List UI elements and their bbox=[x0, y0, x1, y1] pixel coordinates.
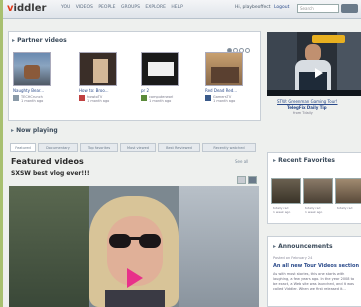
partner-meta-1: TECHCrunch 1 month ago bbox=[21, 95, 44, 103]
announcement-date: Posted on February 24 bbox=[273, 256, 313, 260]
featured-videos-title: Featured videos bbox=[11, 157, 84, 166]
page: viddler YOU VIDEOS PEOPLE GROUPS EXPLORE… bbox=[0, 0, 361, 307]
favorite-thumb-2[interactable] bbox=[303, 178, 333, 204]
favorite-thumb-1[interactable] bbox=[271, 178, 301, 204]
favorite-thumb-3[interactable] bbox=[335, 178, 361, 204]
partner-videos-title: ▸ Partner videos bbox=[12, 37, 67, 44]
partner-thumb-4[interactable] bbox=[205, 52, 243, 86]
announcements-title: ▸ Announcements bbox=[273, 243, 333, 250]
tab-top-favorites[interactable]: Top favorites bbox=[80, 143, 118, 152]
tab-most-viewed[interactable]: Most viewed bbox=[120, 143, 156, 152]
announcement-body: As with most stories, this one starts wi… bbox=[273, 272, 355, 291]
search-button[interactable] bbox=[341, 4, 358, 13]
partner-meta-4: GamersTV 1 month ago bbox=[213, 95, 236, 103]
partner-caption-3[interactable]: pr 2 bbox=[141, 88, 183, 93]
featured-partner-line3: from Tdaily bbox=[293, 111, 313, 115]
search-input[interactable]: Search bbox=[297, 4, 339, 13]
video-bg-building bbox=[179, 186, 259, 307]
user-greeting: Hi, playbeoffect Logout bbox=[235, 5, 289, 10]
avatar-3 bbox=[141, 95, 147, 101]
thumb-4-figure bbox=[211, 67, 239, 83]
sunglasses bbox=[109, 234, 161, 248]
favorite-meta-1: totally rad 1 week ago bbox=[273, 206, 291, 214]
featured-video-player[interactable] bbox=[9, 186, 259, 307]
nav-you[interactable]: YOU bbox=[61, 5, 70, 10]
partner-caption-2[interactable]: How to: Broo... bbox=[79, 88, 121, 93]
viddler-logo[interactable]: viddler bbox=[7, 3, 46, 14]
sunglasses-right-lens bbox=[139, 234, 161, 248]
recent-favorites-title: ▸ Recent Favorites bbox=[273, 157, 336, 164]
now-playing-tabs: Featured Documentary Top favorites Most … bbox=[10, 143, 259, 152]
video-title[interactable]: SXSW best vlog ever!!! bbox=[11, 170, 90, 177]
tab-best-reviewed[interactable]: Best Reviewed bbox=[158, 143, 200, 152]
featured-partner-caption[interactable]: STW: Greenman Gaming Tour! bbox=[277, 99, 338, 104]
partner-thumb-1[interactable] bbox=[13, 52, 51, 86]
tab-featured[interactable]: Featured bbox=[10, 143, 36, 152]
top-bar: viddler YOU VIDEOS PEOPLE GROUPS EXPLORE… bbox=[3, 0, 361, 19]
thumb-1-figure bbox=[24, 65, 40, 79]
featured-partner-player[interactable] bbox=[267, 32, 361, 96]
favorite-meta-3: totally rad bbox=[337, 206, 353, 210]
tab-recently-watched[interactable]: Recently watched bbox=[202, 143, 256, 152]
thumb-2-figure bbox=[93, 59, 108, 83]
video-bg-trees bbox=[9, 186, 89, 307]
nav-help[interactable]: HELP bbox=[171, 5, 182, 10]
sunglasses-bridge bbox=[129, 237, 141, 240]
player-bg-left bbox=[267, 32, 297, 96]
partner-caption-1[interactable]: Naughty Bear... bbox=[13, 88, 55, 93]
user-name: Hi, playbeoffect bbox=[235, 5, 271, 10]
avatar-4 bbox=[205, 95, 211, 101]
avatar-1 bbox=[13, 95, 19, 101]
play-icon[interactable] bbox=[315, 68, 323, 78]
now-playing-title: ▸ Now playing bbox=[11, 127, 58, 134]
person-shirt bbox=[105, 290, 165, 307]
main-nav: YOU VIDEOS PEOPLE GROUPS EXPLORE HELP bbox=[61, 5, 187, 10]
list-view-button[interactable] bbox=[248, 176, 257, 184]
partner-meta-3: computerworl 1 month ago bbox=[149, 95, 174, 103]
partner-thumb-3[interactable] bbox=[141, 52, 179, 86]
logout-link[interactable]: Logout bbox=[274, 5, 289, 10]
player-controls[interactable] bbox=[267, 90, 361, 96]
see-all-link[interactable]: See all bbox=[235, 159, 248, 164]
sunglasses-left-lens bbox=[109, 234, 131, 248]
partner-thumb-2[interactable] bbox=[79, 52, 117, 86]
play-icon[interactable] bbox=[127, 268, 143, 288]
nav-people[interactable]: PEOPLE bbox=[98, 5, 115, 10]
nav-groups[interactable]: GROUPS bbox=[121, 5, 140, 10]
nav-videos[interactable]: VIDEOS bbox=[76, 5, 93, 10]
tab-documentary[interactable]: Documentary bbox=[38, 143, 78, 152]
announcement-headline[interactable]: An all new Tour Videos section bbox=[273, 263, 359, 269]
featured-partner-line2[interactable]: TelegFix Daily Tip bbox=[287, 105, 327, 110]
partner-caption-4[interactable]: Red Dead Red... bbox=[205, 88, 247, 93]
carousel-dot-4[interactable] bbox=[245, 48, 250, 53]
thumb-3-screen bbox=[148, 62, 174, 76]
grid-view-button[interactable] bbox=[237, 176, 246, 184]
channel-logo bbox=[312, 35, 345, 43]
favorite-meta-2: totally rad 1 week ago bbox=[305, 206, 323, 214]
avatar-2 bbox=[79, 95, 85, 101]
partner-meta-2: howtoTV 1 month ago bbox=[87, 95, 110, 103]
nav-explore[interactable]: EXPLORE bbox=[145, 5, 166, 10]
